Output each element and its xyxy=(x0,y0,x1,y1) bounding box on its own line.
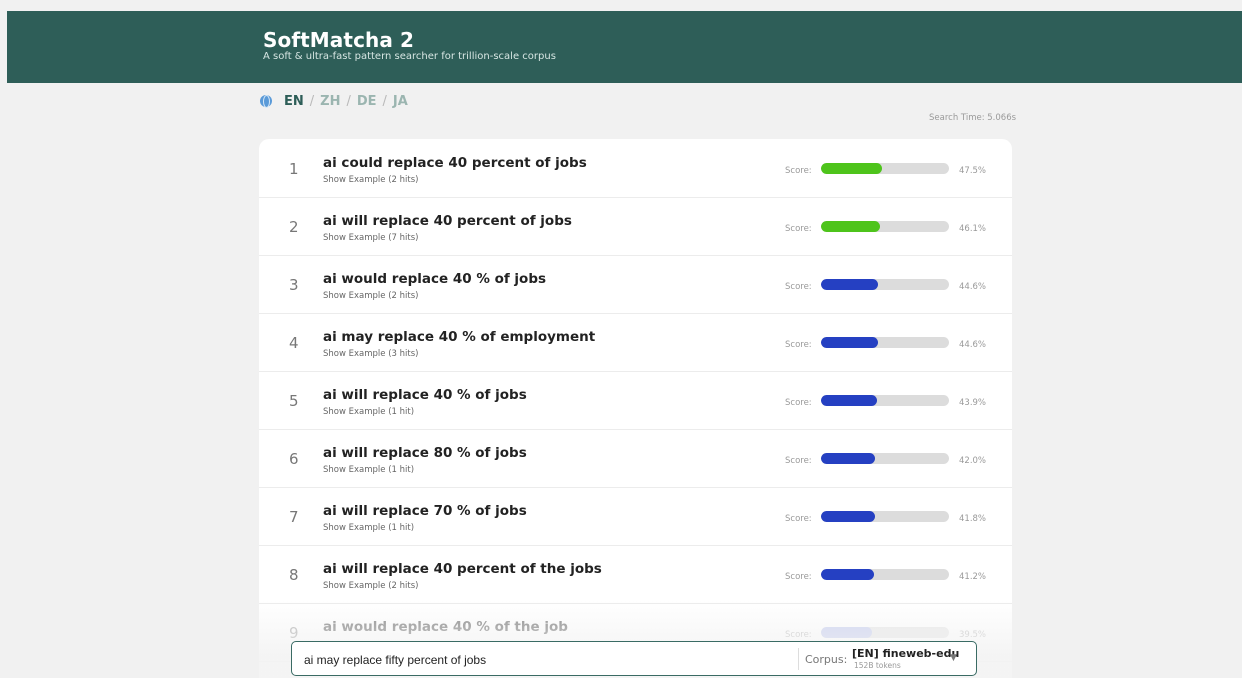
score-label: Score: xyxy=(785,398,812,408)
score-bar xyxy=(821,337,949,348)
score-bar-fill xyxy=(821,511,875,522)
score-percent: 46.1% xyxy=(959,224,987,234)
score-label: Score: xyxy=(785,514,812,524)
score-percent: 41.2% xyxy=(959,572,987,582)
show-example-link[interactable]: Show Example (7 hits) xyxy=(323,233,418,243)
result-row: 5 ai will replace 40 % of jobs Show Exam… xyxy=(259,371,1012,430)
score-label: Score: xyxy=(785,456,812,466)
score-bar-fill xyxy=(821,163,882,174)
result-rank: 1 xyxy=(289,160,299,178)
app-subtitle: A soft & ultra-fast pattern searcher for… xyxy=(263,51,556,62)
score-bar-fill xyxy=(821,395,878,406)
globe-icon xyxy=(260,95,272,108)
result-rank: 9 xyxy=(289,624,299,642)
corpus-label: Corpus: xyxy=(805,653,848,666)
result-row: 4 ai may replace 40 % of employment Show… xyxy=(259,313,1012,372)
app-header: SoftMatcha 2 A soft & ultra-fast pattern… xyxy=(7,11,1242,83)
score-label: Score: xyxy=(785,224,812,234)
lang-separator: / xyxy=(382,93,387,109)
show-example-link[interactable]: Show Example (1 hit) xyxy=(323,523,414,533)
score-bar xyxy=(821,453,949,464)
score-bar xyxy=(821,511,949,522)
search-input[interactable] xyxy=(302,642,796,677)
lang-zh[interactable]: ZH xyxy=(320,94,340,109)
lang-ja[interactable]: JA xyxy=(393,94,408,109)
score-bar-fill xyxy=(821,627,872,638)
lang-separator: / xyxy=(346,93,351,109)
score-percent: 42.0% xyxy=(959,456,987,466)
result-phrase: ai could replace 40 percent of jobs xyxy=(323,155,587,171)
score-bar xyxy=(821,569,949,580)
divider xyxy=(798,648,799,670)
result-rank: 2 xyxy=(289,218,299,236)
search-time: Search Time: 5.066s xyxy=(929,113,1017,123)
score-bar-fill xyxy=(821,453,875,464)
show-example-link[interactable]: Show Example (3 hits) xyxy=(323,349,418,359)
result-rank: 3 xyxy=(289,276,299,294)
score-percent: 44.6% xyxy=(959,340,987,350)
score-label: Score: xyxy=(785,166,812,176)
result-row: 1 ai could replace 40 percent of jobs Sh… xyxy=(259,139,1012,198)
score-bar xyxy=(821,395,949,406)
result-row: 6 ai will replace 80 % of jobs Show Exam… xyxy=(259,429,1012,488)
result-rank: 7 xyxy=(289,508,299,526)
result-phrase: ai would replace 40 % of jobs xyxy=(323,271,547,287)
result-row: 3 ai would replace 40 % of jobs Show Exa… xyxy=(259,255,1012,314)
score-bar xyxy=(821,163,949,174)
result-phrase: ai will replace 40 % of jobs xyxy=(323,387,527,403)
result-rank: 5 xyxy=(289,392,299,410)
language-switcher: EN / ZH / DE / JA xyxy=(260,93,408,109)
score-label: Score: xyxy=(785,572,812,582)
show-example-link[interactable]: Show Example (1 hit) xyxy=(323,407,414,417)
result-rank: 8 xyxy=(289,566,299,584)
score-percent: 41.8% xyxy=(959,514,987,524)
lang-separator: / xyxy=(309,93,315,109)
score-bar xyxy=(821,627,949,638)
search-bar: Corpus: [EN] fineweb-edu 152B tokens ▼ xyxy=(291,641,977,677)
result-phrase: ai will replace 70 % of jobs xyxy=(323,503,527,519)
score-label: Score: xyxy=(785,340,812,350)
corpus-select[interactable]: [EN] fineweb-edu xyxy=(852,647,959,660)
chevron-down-icon[interactable]: ▼ xyxy=(950,653,957,663)
result-row: 2 ai will replace 40 percent of jobs Sho… xyxy=(259,197,1012,256)
score-label: Score: xyxy=(785,282,812,292)
show-example-link[interactable]: Show Example (2 hits) xyxy=(323,291,418,301)
result-rank: 4 xyxy=(289,334,299,352)
score-label: Score: xyxy=(785,630,812,640)
score-bar-fill xyxy=(821,337,879,348)
result-phrase: ai will replace 40 percent of jobs xyxy=(323,213,572,229)
score-bar xyxy=(821,221,949,232)
app-title: SoftMatcha 2 xyxy=(263,28,415,52)
result-row: 7 ai will replace 70 % of jobs Show Exam… xyxy=(259,487,1012,546)
show-example-link[interactable]: Show Example (2 hits) xyxy=(323,581,418,591)
score-bar xyxy=(821,279,949,290)
score-percent: 47.5% xyxy=(959,166,987,176)
result-phrase: ai will replace 40 percent of the jobs xyxy=(323,561,602,577)
result-phrase: ai may replace 40 % of employment xyxy=(323,329,596,345)
result-row: 8 ai will replace 40 percent of the jobs… xyxy=(259,545,1012,604)
score-percent: 39.5% xyxy=(959,630,987,640)
score-percent: 44.6% xyxy=(959,282,987,292)
score-bar-fill xyxy=(821,279,879,290)
lang-de[interactable]: DE xyxy=(357,94,377,109)
result-phrase: ai would replace 40 % of the job xyxy=(323,619,568,635)
corpus-tokens: 152B tokens xyxy=(854,661,901,670)
result-phrase: ai will replace 80 % of jobs xyxy=(323,445,527,461)
score-bar-fill xyxy=(821,569,874,580)
show-example-link[interactable]: Show Example (2 hits) xyxy=(323,175,418,185)
score-percent: 43.9% xyxy=(959,398,987,408)
show-example-link[interactable]: Show Example (1 hit) xyxy=(323,465,414,475)
results-list: 1 ai could replace 40 percent of jobs Sh… xyxy=(259,139,1012,678)
result-rank: 6 xyxy=(289,450,299,468)
score-bar-fill xyxy=(821,221,880,232)
lang-en[interactable]: EN xyxy=(284,94,304,109)
